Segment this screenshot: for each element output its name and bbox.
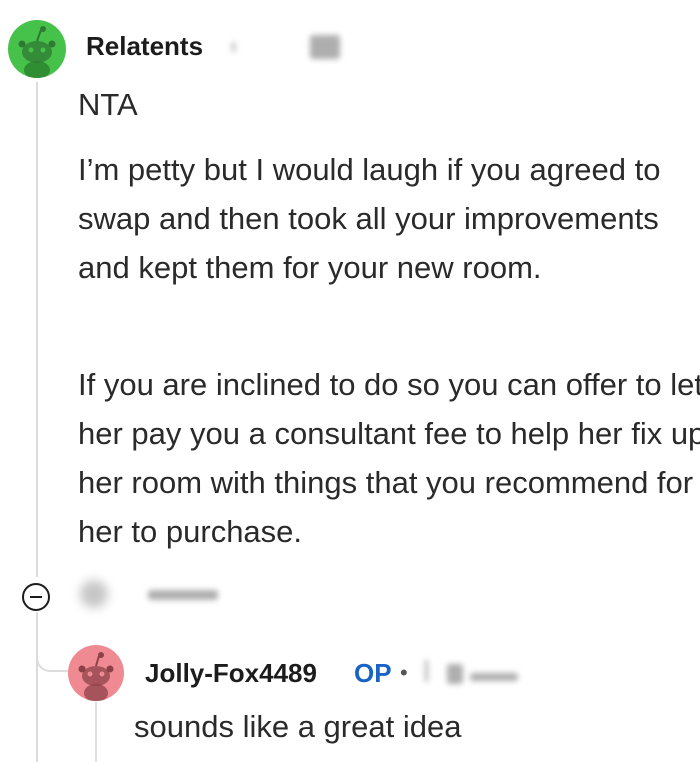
meta-separator: • [400,660,408,685]
thread-line-collapse [36,612,38,762]
timestamp-redacted [470,673,518,681]
comment-paragraph: NTA [78,87,138,122]
timestamp-redacted [425,660,428,682]
comment-username[interactable]: Relatents [86,31,203,62]
collapse-thread-button[interactable] [22,583,50,611]
timestamp-redacted [310,35,340,59]
timestamp-redacted [447,664,463,684]
comment-paragraph: I’m petty but I would laugh if you agree… [78,152,661,285]
thread-line-reply [95,702,97,762]
snoo-avatar-icon [78,652,114,701]
upvote-icon [80,580,108,608]
timestamp-redacted [232,42,235,52]
comment-username[interactable]: Jolly-Fox4489 [145,658,317,689]
reply-connector [36,640,68,672]
avatar[interactable] [68,645,124,701]
vote-count-redacted [148,590,218,600]
op-badge: OP [354,658,392,688]
snoo-avatar-icon [18,26,56,78]
comment-text: sounds like a great idea [134,709,462,744]
comment-paragraph: If you are inclined to do so you can off… [78,367,700,549]
avatar[interactable] [8,20,66,78]
thread-line-main [36,82,38,577]
